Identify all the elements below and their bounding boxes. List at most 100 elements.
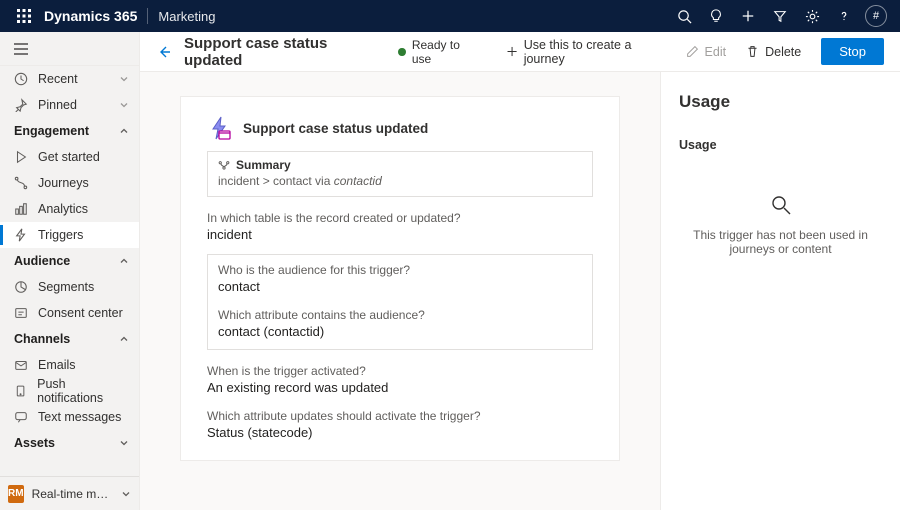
sidebar-item-label: Recent (38, 72, 78, 86)
chevron-down-icon (119, 100, 129, 110)
module-name[interactable]: Marketing (158, 9, 215, 24)
brand-name: Dynamics 365 (44, 8, 137, 24)
pin-icon (14, 98, 28, 112)
flow-icon (218, 159, 230, 171)
help-icon[interactable] (828, 0, 860, 32)
environment-name: Real-time marketi... (32, 487, 113, 501)
usage-pane: Usage Usage This trigger has not been us… (660, 72, 900, 510)
filter-icon[interactable] (764, 0, 796, 32)
audience-box: Who is the audience for this trigger? co… (207, 254, 593, 350)
cmd-label: Edit (705, 45, 727, 59)
sidebar-item-segments[interactable]: Segments (0, 274, 139, 300)
sms-icon (14, 410, 28, 424)
plus-icon (506, 45, 518, 58)
question-attribute: Which attribute contains the audience? (218, 308, 582, 322)
cmd-label: Delete (765, 45, 801, 59)
sidebar-item-label: Triggers (38, 228, 83, 242)
pencil-icon (686, 45, 699, 58)
gear-icon[interactable] (796, 0, 828, 32)
summary-path: incident > contact via contactid (218, 174, 582, 188)
analytics-icon (14, 202, 28, 216)
primary-label: Stop (839, 44, 866, 59)
command-bar: Support case status updated Ready to use… (140, 32, 900, 72)
journey-icon (14, 176, 28, 190)
sidebar-item-label: Get started (38, 150, 100, 164)
use-in-journey-button[interactable]: Use this to create a journey (502, 38, 670, 66)
chevron-down-icon (119, 438, 129, 448)
environment-switcher[interactable]: RM Real-time marketi... (0, 476, 139, 510)
card-title: Support case status updated (243, 121, 428, 136)
question-updates: Which attribute updates should activate … (207, 409, 593, 423)
user-avatar[interactable]: # (860, 0, 892, 32)
empty-state: This trigger has not been used in journe… (679, 192, 882, 256)
environment-badge: RM (8, 485, 24, 503)
question-audience: Who is the audience for this trigger? (218, 263, 582, 277)
summary-label: Summary (236, 158, 291, 172)
answer-attribute: contact (contactid) (218, 324, 582, 339)
sidebar-item-label: Consent center (38, 306, 123, 320)
answer-audience: contact (218, 279, 582, 294)
status-badge: Ready to use (398, 38, 477, 66)
sidebar-item-label: Text messages (38, 410, 121, 424)
plus-icon[interactable] (732, 0, 764, 32)
search-icon[interactable] (668, 0, 700, 32)
sidebar-item-pinned[interactable]: Pinned (0, 92, 139, 118)
stop-button[interactable]: Stop (821, 38, 884, 65)
edit-button[interactable]: Edit (682, 45, 731, 59)
chevron-up-icon (119, 334, 129, 344)
trigger-card: Support case status updated Summary inci… (180, 96, 620, 461)
sidebar: Recent Pinned Engagement Get started Jou… (0, 32, 140, 510)
sidebar-item-consent-center[interactable]: Consent center (0, 300, 139, 326)
answer-updates: Status (statecode) (207, 425, 593, 440)
sidebar-item-label: Segments (38, 280, 94, 294)
answer-activated: An existing record was updated (207, 380, 593, 395)
section-label: Engagement (14, 124, 89, 138)
sidebar-item-emails[interactable]: Emails (0, 352, 139, 378)
sidebar-section-assets[interactable]: Assets (0, 430, 139, 456)
back-button[interactable] (156, 44, 172, 60)
right-pane-subtitle: Usage (679, 138, 882, 152)
trash-icon (746, 45, 759, 58)
sidebar-item-get-started[interactable]: Get started (0, 144, 139, 170)
sidebar-section-channels[interactable]: Channels (0, 326, 139, 352)
sidebar-section-audience[interactable]: Audience (0, 248, 139, 274)
right-pane-title: Usage (679, 92, 882, 112)
play-icon (14, 150, 28, 164)
sidebar-item-label: Push notifications (37, 377, 129, 405)
top-app-bar: Dynamics 365 Marketing # (0, 0, 900, 32)
status-dot-icon (398, 48, 405, 56)
section-label: Assets (14, 436, 55, 450)
consent-icon (14, 306, 28, 320)
chevron-up-icon (119, 256, 129, 266)
question-activated: When is the trigger activated? (207, 364, 593, 378)
chevron-down-icon (119, 74, 129, 84)
sidebar-item-text[interactable]: Text messages (0, 404, 139, 430)
sidebar-item-label: Analytics (38, 202, 88, 216)
trigger-icon (14, 228, 28, 242)
section-label: Channels (14, 332, 70, 346)
app-launcher-icon[interactable] (8, 0, 40, 32)
sidebar-section-engagement[interactable]: Engagement (0, 118, 139, 144)
sidebar-item-analytics[interactable]: Analytics (0, 196, 139, 222)
empty-text: This trigger has not been used in journe… (679, 228, 882, 256)
chevron-up-icon (119, 126, 129, 136)
clock-icon (14, 72, 28, 86)
answer-table: incident (207, 227, 593, 242)
summary-box: Summary incident > contact via contactid (207, 151, 593, 197)
search-icon (768, 192, 794, 218)
question-table: In which table is the record created or … (207, 211, 593, 225)
sidebar-item-journeys[interactable]: Journeys (0, 170, 139, 196)
sidebar-item-triggers[interactable]: Triggers (0, 222, 139, 248)
cmd-label: Use this to create a journey (524, 38, 666, 66)
sidebar-item-push[interactable]: Push notifications (0, 378, 139, 404)
sidebar-item-label: Pinned (38, 98, 77, 112)
delete-button[interactable]: Delete (742, 45, 805, 59)
sidebar-item-label: Emails (38, 358, 76, 372)
email-icon (14, 358, 28, 372)
lightbulb-icon[interactable] (700, 0, 732, 32)
page-title: Support case status updated (184, 35, 376, 69)
status-text: Ready to use (412, 38, 478, 66)
sidebar-collapse-icon[interactable] (0, 32, 139, 66)
sidebar-item-recent[interactable]: Recent (0, 66, 139, 92)
main-content: Support case status updated Summary inci… (140, 72, 660, 510)
